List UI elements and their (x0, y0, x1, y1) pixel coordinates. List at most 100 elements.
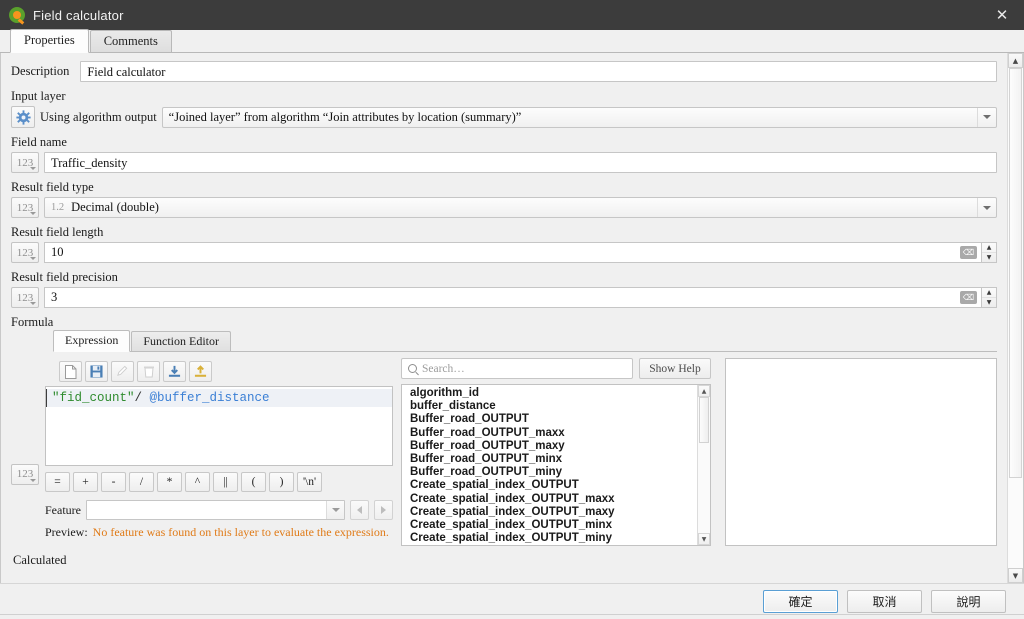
chevron-right-icon[interactable] (374, 500, 393, 520)
operator-button-close-paren[interactable]: ) (269, 472, 294, 492)
dialog-body: Description Field calculator Input layer (0, 53, 1024, 583)
spinner-down-icon[interactable]: ▼ (982, 253, 996, 263)
scroll-up-icon[interactable]: ▲ (1008, 53, 1023, 68)
close-icon[interactable]: ✕ (980, 0, 1024, 30)
operator-button-minus[interactable]: - (101, 472, 126, 492)
result-field-precision-datatype-button[interactable]: 123 (11, 287, 39, 308)
scroll-down-icon[interactable]: ▼ (698, 533, 710, 545)
result-field-precision-spinner[interactable]: 3 ⌫ ▲ ▼ (44, 287, 997, 308)
spinner-up-icon[interactable]: ▲ (982, 288, 996, 298)
operator-button-power[interactable]: ^ (185, 472, 210, 492)
expression-variable-token: @buffer_distance (150, 391, 270, 405)
clear-icon[interactable]: ⌫ (960, 246, 977, 259)
field-name-input[interactable]: Traffic_density (44, 152, 997, 173)
main-tab-strip: Properties Comments (0, 30, 1024, 53)
chevron-down-icon (30, 257, 36, 260)
clear-icon[interactable]: ⌫ (960, 291, 977, 304)
spinner-arrows[interactable]: ▲ ▼ (982, 287, 997, 308)
result-field-length-datatype-button[interactable]: 123 (11, 242, 39, 263)
preview-label: Preview: (45, 525, 88, 540)
list-item[interactable]: Create_spatial_index_OUTPUT_maxy (410, 506, 697, 519)
function-search-row: Search… Show Help (401, 358, 711, 379)
list-item[interactable]: Buffer_road_OUTPUT_maxy (410, 440, 697, 453)
result-field-length-spinner[interactable]: 10 ⌫ ▲ ▼ (44, 242, 997, 263)
scroll-down-icon[interactable]: ▼ (1008, 568, 1023, 583)
import-icon[interactable] (163, 361, 186, 382)
list-item[interactable]: Create_spatial_index_OUTPUT_miny (410, 532, 697, 545)
operator-button-concat[interactable]: || (213, 472, 238, 492)
gear-icon[interactable] (11, 106, 35, 128)
expression-area: 123 (11, 358, 997, 546)
field-name-datatype-button[interactable]: 123 (11, 152, 39, 173)
result-field-type-combo[interactable]: 1.2 Decimal (double) (44, 197, 997, 218)
result-field-precision-value: 3 (51, 290, 960, 305)
scroll-content: Description Field calculator Input layer (1, 53, 1007, 583)
save-icon[interactable] (85, 361, 108, 382)
list-item[interactable]: algorithm_id (410, 387, 697, 400)
feature-combo[interactable] (86, 500, 345, 520)
expression-operator-token: / (135, 391, 150, 405)
tab-comments[interactable]: Comments (90, 30, 172, 52)
window-title: Field calculator (33, 8, 124, 23)
list-item[interactable]: Buffer_road_OUTPUT_maxx (410, 427, 697, 440)
spinner-arrows[interactable]: ▲ ▼ (982, 242, 997, 263)
list-item[interactable]: Create_spatial_index_OUTPUT_maxx (410, 493, 697, 506)
list-item[interactable]: buffer_distance (410, 400, 697, 413)
ok-button[interactable]: 確定 (763, 590, 838, 613)
expression-toolbar (59, 358, 393, 386)
operator-button-plus[interactable]: + (73, 472, 98, 492)
input-layer-value: “Joined layer” from algorithm “Join attr… (169, 110, 522, 125)
scrollbar-thumb[interactable] (1009, 68, 1022, 478)
chevron-down-icon[interactable] (977, 108, 996, 127)
show-help-button[interactable]: Show Help (639, 358, 711, 379)
result-field-length-field[interactable]: 10 ⌫ (44, 242, 982, 263)
result-field-type-label: Result field type (11, 180, 997, 195)
preview-row: Preview: No feature was found on this la… (45, 525, 393, 540)
field-calculator-dialog: Field calculator ✕ Properties Comments D… (0, 0, 1024, 619)
function-list-scrollbar[interactable]: ▲ ▼ (697, 385, 710, 545)
operator-buttons: = + - / * ^ || ( ) '\n' (45, 472, 393, 492)
tab-properties[interactable]: Properties (10, 29, 89, 53)
field-name-row: 123 Traffic_density (11, 152, 997, 173)
operator-button-divide[interactable]: / (129, 472, 154, 492)
function-list[interactable]: algorithm_id buffer_distance Buffer_road… (401, 384, 711, 546)
help-button[interactable]: 說明 (931, 590, 1006, 613)
result-field-length-row: 123 10 ⌫ ▲ ▼ (11, 242, 997, 263)
list-item[interactable]: Buffer_road_OUTPUT (410, 413, 697, 426)
result-field-precision-field[interactable]: 3 ⌫ (44, 287, 982, 308)
feature-label: Feature (45, 503, 81, 518)
operator-button-open-paren[interactable]: ( (241, 472, 266, 492)
dialog-scrollbar[interactable]: ▲ ▼ (1007, 53, 1023, 583)
tab-function-editor[interactable]: Function Editor (131, 331, 231, 351)
scrollbar-track[interactable] (698, 397, 710, 533)
list-item[interactable]: Create_spatial_index_OUTPUT (410, 479, 697, 492)
operator-button-newline[interactable]: '\n' (297, 472, 322, 492)
export-icon[interactable] (189, 361, 212, 382)
scroll-up-icon[interactable]: ▲ (698, 385, 710, 397)
list-item[interactable]: Buffer_road_OUTPUT_miny (410, 466, 697, 479)
list-item[interactable]: Create_spatial_index_OUTPUT_minx (410, 519, 697, 532)
list-item[interactable]: Buffer_road_OUTPUT_minx (410, 453, 697, 466)
cancel-button[interactable]: 取消 (847, 590, 922, 613)
search-input[interactable]: Search… (401, 358, 633, 379)
new-file-icon[interactable] (59, 361, 82, 382)
expression-input[interactable]: "fid_count"/ @buffer_distance (45, 386, 393, 466)
spinner-up-icon[interactable]: ▲ (982, 243, 996, 253)
spinner-down-icon[interactable]: ▼ (982, 298, 996, 308)
input-layer-combo[interactable]: “Joined layer” from algorithm “Join attr… (162, 107, 997, 128)
chevron-down-icon[interactable] (977, 198, 996, 217)
operator-button-equals[interactable]: = (45, 472, 70, 492)
edit-icon (111, 361, 134, 382)
tab-expression[interactable]: Expression (53, 330, 130, 352)
description-input[interactable]: Field calculator (80, 61, 997, 82)
scrollbar-thumb[interactable] (699, 397, 709, 443)
feature-row: Feature (45, 500, 393, 520)
expression-datatype-button[interactable]: 123 (11, 464, 39, 485)
scrollbar-track[interactable] (1008, 68, 1023, 568)
title-bar: Field calculator ✕ (0, 0, 1024, 30)
result-field-type-datatype-button[interactable]: 123 (11, 197, 39, 218)
operator-button-multiply[interactable]: * (157, 472, 182, 492)
chevron-left-icon[interactable] (350, 500, 369, 520)
chevron-down-icon[interactable] (326, 501, 344, 519)
function-help-panel (725, 358, 997, 546)
